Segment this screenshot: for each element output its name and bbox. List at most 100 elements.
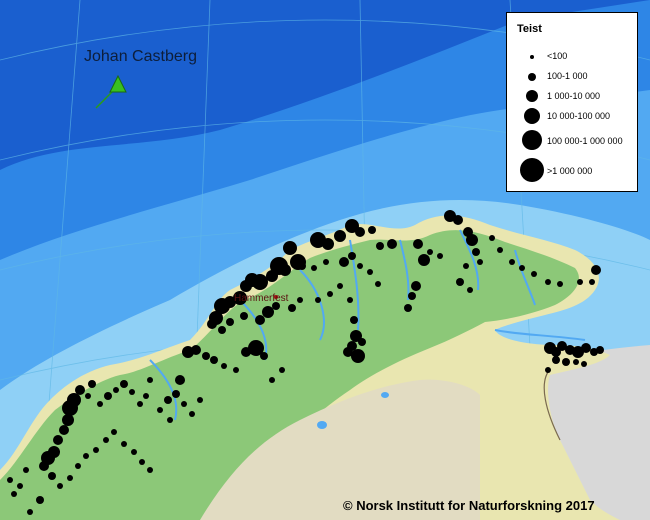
colony-dot bbox=[172, 390, 180, 398]
legend-item: 10 000-100 000 bbox=[507, 107, 637, 127]
colony-dot bbox=[297, 297, 303, 303]
colony-dot bbox=[207, 319, 217, 329]
colony-dot bbox=[197, 397, 203, 403]
legend-label: 100 000-1 000 000 bbox=[547, 136, 623, 146]
colony-dot bbox=[577, 279, 583, 285]
lake bbox=[381, 392, 389, 398]
colony-dot bbox=[348, 252, 356, 260]
colony-dot bbox=[375, 281, 381, 287]
colony-dot bbox=[129, 389, 135, 395]
colony-dot bbox=[93, 447, 99, 453]
colony-dot bbox=[23, 467, 29, 473]
legend-symbol bbox=[522, 130, 542, 150]
colony-dot bbox=[545, 279, 551, 285]
colony-dot bbox=[376, 242, 384, 250]
legend-label: <100 bbox=[547, 51, 568, 61]
colony-dot bbox=[189, 411, 195, 417]
colony-dot bbox=[88, 380, 96, 388]
colony-dot bbox=[337, 283, 343, 289]
legend-item: 100 000-1 000 000 bbox=[507, 130, 637, 151]
map-frame: Johan Castberg Hammerfest Teist <100 100… bbox=[0, 0, 650, 520]
colony-dot bbox=[288, 304, 296, 312]
colony-dot bbox=[591, 265, 601, 275]
colony-dot bbox=[131, 449, 137, 455]
legend: Teist <100 100-1 000 1 000-10 000 10 000… bbox=[506, 12, 638, 192]
colony-dot bbox=[137, 401, 143, 407]
colony-dot bbox=[103, 437, 109, 443]
colony-dot bbox=[221, 363, 227, 369]
colony-dot bbox=[573, 359, 579, 365]
copyright-notice: © Norsk Institutt for Naturforskning 201… bbox=[343, 498, 595, 513]
colony-dot bbox=[57, 483, 63, 489]
colony-dot bbox=[358, 338, 366, 346]
colony-dot bbox=[85, 393, 91, 399]
colony-dot bbox=[67, 475, 73, 481]
lake bbox=[317, 421, 327, 429]
colony-dot bbox=[11, 491, 17, 497]
colony-dot bbox=[418, 254, 430, 266]
colony-dot bbox=[113, 387, 119, 393]
colony-dot bbox=[53, 435, 63, 445]
colony-dot bbox=[27, 509, 33, 515]
colony-dot bbox=[437, 253, 443, 259]
field-label: Johan Castberg bbox=[84, 48, 197, 65]
legend-item: 100-1 000 bbox=[507, 68, 637, 88]
colony-dot bbox=[545, 367, 551, 373]
colony-dot bbox=[59, 425, 69, 435]
colony-dot bbox=[143, 393, 149, 399]
colony-dot bbox=[120, 380, 128, 388]
colony-dot bbox=[387, 239, 397, 249]
legend-symbol bbox=[520, 158, 544, 182]
colony-dot bbox=[147, 467, 153, 473]
colony-dot bbox=[427, 249, 433, 255]
colony-dot bbox=[477, 259, 483, 265]
colony-dot bbox=[218, 326, 226, 334]
colony-dot bbox=[562, 358, 570, 366]
colony-dot bbox=[167, 417, 173, 423]
colony-dot bbox=[453, 215, 463, 225]
legend-label: 100-1 000 bbox=[547, 71, 588, 81]
colony-dot bbox=[279, 367, 285, 373]
colony-dot bbox=[266, 270, 278, 282]
colony-dot bbox=[39, 461, 49, 471]
colony-dot bbox=[157, 407, 163, 413]
colony-dot bbox=[202, 352, 210, 360]
colony-dot bbox=[75, 463, 81, 469]
colony-dot bbox=[260, 352, 268, 360]
colony-dot bbox=[413, 239, 423, 249]
colony-dot bbox=[121, 441, 127, 447]
colony-dot bbox=[339, 257, 349, 267]
colony-dot bbox=[347, 297, 353, 303]
colony-dot bbox=[531, 271, 537, 277]
legend-symbol bbox=[524, 108, 540, 124]
colony-dot bbox=[472, 248, 480, 256]
colony-dot bbox=[456, 278, 464, 286]
colony-dot bbox=[367, 269, 373, 275]
colony-dot bbox=[411, 281, 421, 291]
colony-dot bbox=[552, 356, 560, 364]
colony-dot bbox=[519, 265, 525, 271]
colony-dot bbox=[334, 230, 346, 242]
colony-dot bbox=[283, 241, 297, 255]
colony-dot bbox=[62, 414, 74, 426]
legend-label: >1 000 000 bbox=[547, 166, 593, 176]
colony-dot bbox=[323, 259, 329, 265]
legend-item: 1 000-10 000 bbox=[507, 87, 637, 107]
colony-dot bbox=[408, 292, 416, 300]
colony-dot bbox=[210, 356, 218, 364]
colony-dot bbox=[343, 347, 353, 357]
colony-dot bbox=[164, 396, 172, 404]
colony-dot bbox=[269, 377, 275, 383]
legend-symbol bbox=[528, 73, 536, 81]
colony-dot bbox=[489, 235, 495, 241]
colony-dot bbox=[467, 287, 473, 293]
colony-dot bbox=[509, 259, 515, 265]
legend-symbol bbox=[530, 55, 534, 59]
colony-dot bbox=[298, 262, 306, 270]
legend-item: <100 bbox=[507, 49, 637, 69]
colony-dot bbox=[48, 472, 56, 480]
colony-dot bbox=[351, 349, 365, 363]
colony-dot bbox=[350, 316, 358, 324]
colony-dot bbox=[240, 280, 252, 292]
colony-dot bbox=[36, 496, 44, 504]
